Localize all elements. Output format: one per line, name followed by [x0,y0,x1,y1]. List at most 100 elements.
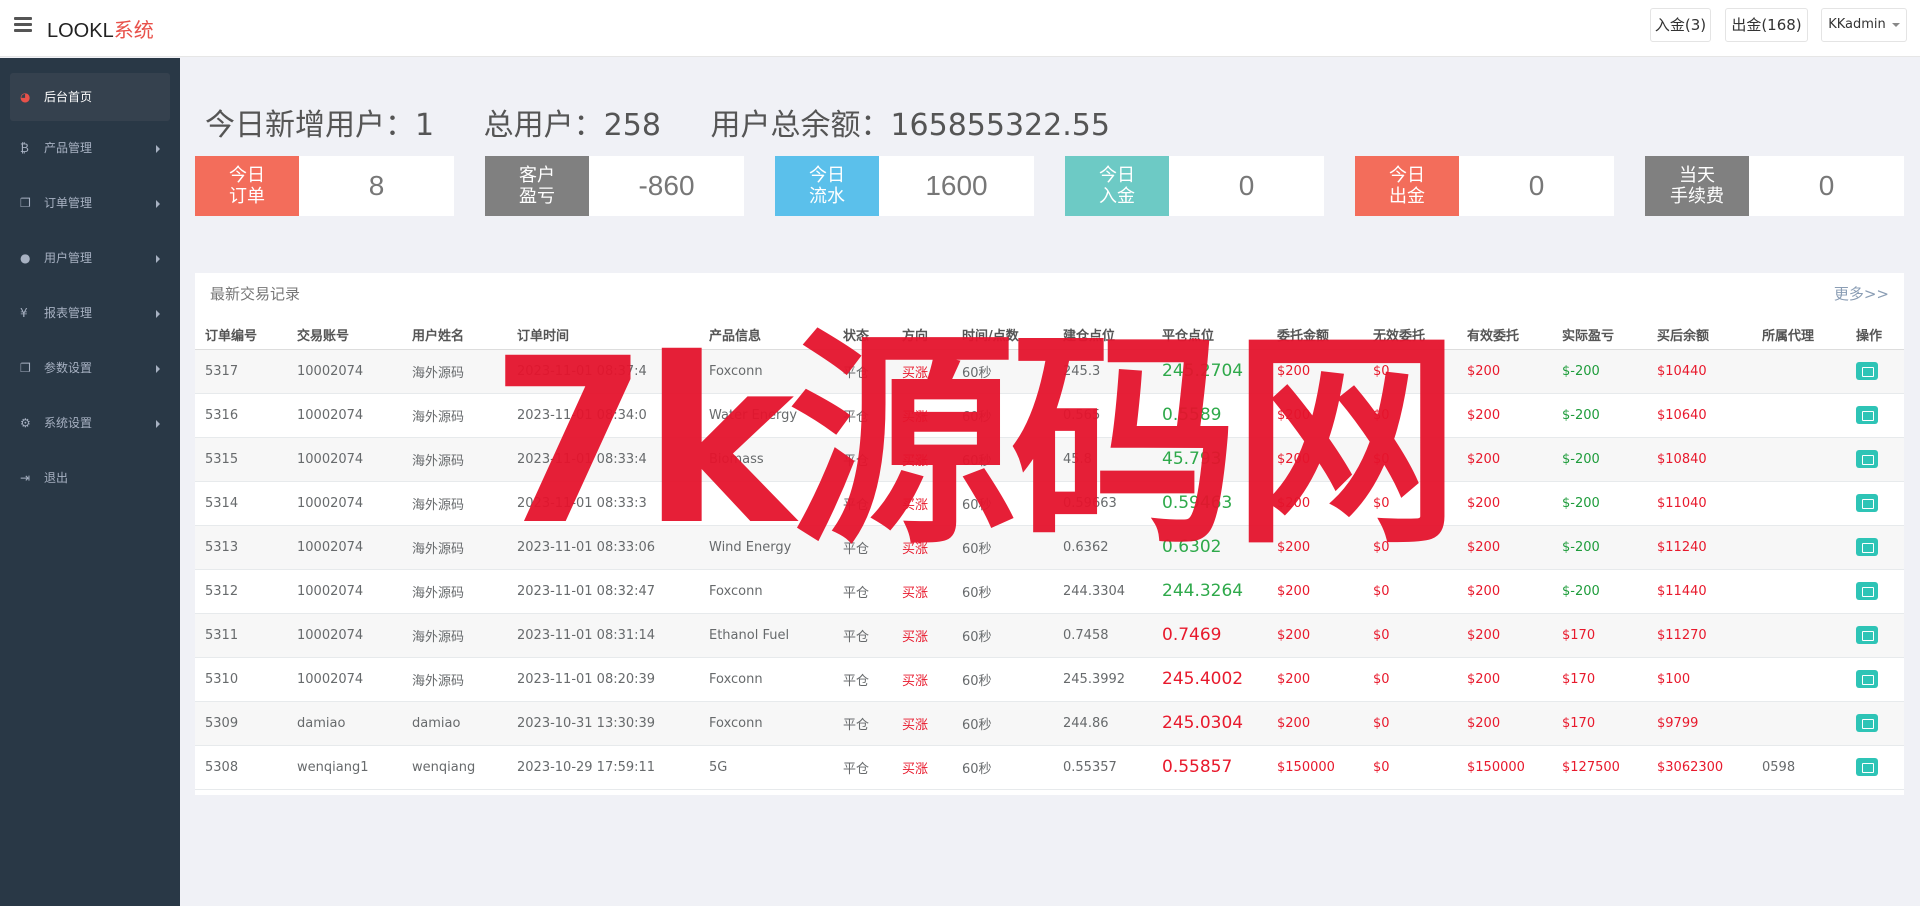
sidebar-item-reports[interactable]: ¥ 报表管理 [0,286,180,341]
cell-pnl: $-200 [1552,525,1647,570]
cell-agent [1752,481,1846,526]
table-row: 5313 10002074 海外源码 2023-11-01 08:33:06 Wind … [195,525,1904,570]
cell-valid: $200 [1457,657,1552,702]
sidebar-item-system[interactable]: ⚙ 系统设置 [0,396,180,451]
cell-account: 10002074 [287,525,402,570]
cell-product: Foxconn [699,657,833,702]
cell-direction: 买涨 [892,525,952,570]
cell-time: 2023-11-01 08:31:14 [507,613,699,658]
cell-time: 2023-11-01 08:33:06 [507,525,699,570]
cell-amount: $200 [1267,481,1363,526]
cell-account: 10002074 [287,657,402,702]
view-details-icon[interactable] [1856,582,1878,600]
cell-status: 平仓 [833,481,892,526]
cell-agent [1752,657,1846,702]
cell-close: 244.3264 [1152,569,1267,614]
cell-valid: $200 [1457,525,1552,570]
cell-open: 245.3992 [1053,657,1152,702]
cell-amount: $200 [1267,393,1363,438]
column-header: 买后余额 [1647,321,1752,350]
column-header: 委托金额 [1267,321,1363,350]
recent-trades-panel: 最新交易记录 更多>> 订单编号 交易账号 用户姓名 订单时间 产品信息 状态 方向 时间/点… [195,273,1904,795]
more-link[interactable]: 更多>> [1834,283,1889,304]
table-row: 5317 10002074 海外源码 2023-11-01 08:37:4 Foxcon… [195,349,1904,394]
sidebar-item-params[interactable]: ❐ 参数设置 [0,341,180,396]
cell-close: 245.4002 [1152,657,1267,702]
cell-close: 0.59463 [1152,481,1267,526]
view-details-icon[interactable] [1856,538,1878,556]
cell-direction: 买涨 [892,393,952,438]
stat-label-line: 流水 [809,186,845,207]
stat-label-line: 手续费 [1670,186,1724,207]
cell-valid: $200 [1457,613,1552,658]
cell-invalid: $0 [1363,657,1457,702]
view-details-icon[interactable] [1856,758,1878,776]
cell-period: 60秒 [952,525,1053,570]
stat-value: 8 [368,170,385,201]
sidebar-item-users[interactable]: ● 用户管理 [0,231,180,286]
copy-icon: ❐ [20,196,31,210]
new-users-today: 今日新增用户：1 [205,108,435,143]
cell-actions [1846,745,1904,790]
cell-product: Foxconn [699,701,833,746]
stat-label-line: 入金 [1099,186,1135,207]
sidebar-item-dashboard[interactable]: ◕ 后台首页 [10,73,170,121]
cell-agent [1752,525,1846,570]
sidebar-item-logout[interactable]: ⇥ 退出 [0,451,180,506]
cell-product: Water Energy [699,393,833,438]
deposit-button[interactable]: 入金(3) [1650,8,1711,42]
cell-balance: $3062300 [1647,745,1752,790]
cell-status: 平仓 [833,613,892,658]
cell-direction: 买涨 [892,701,952,746]
cell-direction: 买涨 [892,745,952,790]
view-details-icon[interactable] [1856,714,1878,732]
gears-icon: ⚙ [20,416,31,430]
table-row: 5315 10002074 海外源码 2023-11-01 08:33:4 Biomas… [195,437,1904,482]
cell-name: damiao [402,701,507,746]
table-body: 5317 10002074 海外源码 2023-11-01 08:37:4 Foxcon… [195,349,1904,790]
stat-card-pnl: 客户 盈亏 -860 [485,156,744,216]
view-details-icon[interactable] [1856,450,1878,468]
view-details-icon[interactable] [1856,670,1878,688]
cell-open: 0.7458 [1053,613,1152,658]
admin-dropdown[interactable]: KKadmin [1821,8,1907,42]
cell-actions [1846,569,1904,614]
table-row: 5309 damiao damiao 2023-10-31 13:30:39 Foxco… [195,701,1904,746]
cell-account: wenqiang1 [287,745,402,790]
sidebar-item-orders[interactable]: ❐ 订单管理 [0,176,180,231]
view-details-icon[interactable] [1856,494,1878,512]
stat-label: 客户 盈亏 [485,156,589,216]
cell-agent: 0598 [1752,745,1846,790]
cell-invalid: $0 [1363,437,1457,482]
bitcoin-icon: ₿ [20,141,29,155]
cell-product: 5G [699,745,833,790]
cell-invalid: $0 [1363,393,1457,438]
cell-pnl: $-200 [1552,393,1647,438]
cell-period: 60秒 [952,349,1053,394]
cell-period: 60秒 [952,701,1053,746]
cell-open: 245.3 [1053,349,1152,394]
cell-time: 2023-10-31 13:30:39 [507,701,699,746]
cell-pnl: $127500 [1552,745,1647,790]
stat-value: 0 [1818,170,1835,201]
cell-amount: $200 [1267,437,1363,482]
view-details-icon[interactable] [1856,406,1878,424]
cell-balance: $10640 [1647,393,1752,438]
cell-status: 平仓 [833,349,892,394]
withdraw-button[interactable]: 出金(168) [1725,8,1808,42]
cell-id: 5315 [195,437,287,482]
cell-invalid: $0 [1363,613,1457,658]
table-row: 5312 10002074 海外源码 2023-11-01 08:32:47 Foxco… [195,569,1904,614]
cell-status: 平仓 [833,569,892,614]
cell-invalid: $0 [1363,745,1457,790]
cell-time: 2023-11-01 08:32:47 [507,569,699,614]
menu-toggle-icon[interactable] [14,17,32,33]
stat-card-withdraw: 今日 出金 0 [1355,156,1614,216]
cell-time: 2023-11-01 08:33:4 [507,437,699,482]
stat-value: 1600 [925,170,988,201]
view-details-icon[interactable] [1856,362,1878,380]
cell-id: 5309 [195,701,287,746]
sidebar-item-products[interactable]: ₿ 产品管理 [0,121,180,176]
stat-label: 今日 出金 [1355,156,1459,216]
view-details-icon[interactable] [1856,626,1878,644]
